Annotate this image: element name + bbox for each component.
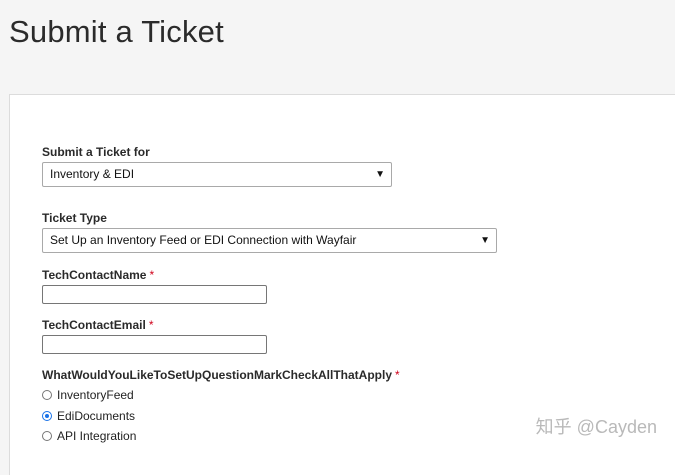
tech-contact-name-label-text: TechContactName xyxy=(42,268,147,282)
watermark-text: 知乎 @Cayden xyxy=(535,417,657,437)
setup-question-label: WhatWouldYouLikeToSetUpQuestionMarkCheck… xyxy=(42,368,400,382)
radio-option-label: EdiDocuments xyxy=(57,409,136,423)
radio-button[interactable] xyxy=(42,431,52,441)
radio-button-selected[interactable] xyxy=(42,411,52,421)
radio-option-api-integration[interactable]: API Integration xyxy=(42,429,136,443)
radio-option-label: InventoryFeed xyxy=(57,388,134,402)
setup-question-label-text: WhatWouldYouLikeToSetUpQuestionMarkCheck… xyxy=(42,368,393,382)
ticket-type-label: Ticket Type xyxy=(42,211,107,225)
radio-button[interactable] xyxy=(42,390,52,400)
page-title: Submit a Ticket xyxy=(9,14,224,49)
chevron-down-icon: ▼ xyxy=(375,169,385,180)
radio-option-label: API Integration xyxy=(57,429,137,443)
submit-for-select[interactable]: Inventory & EDI ▼ xyxy=(42,162,392,187)
tech-contact-name-label: TechContactName * xyxy=(42,268,154,282)
required-mark: * xyxy=(395,368,400,382)
required-mark: * xyxy=(149,268,155,282)
radio-option-edidocuments[interactable]: EdiDocuments xyxy=(42,409,135,423)
submit-for-label: Submit a Ticket for xyxy=(42,145,150,159)
ticket-type-select[interactable]: Set Up an Inventory Feed or EDI Connecti… xyxy=(42,228,497,253)
chevron-down-icon: ▼ xyxy=(480,235,490,246)
ticket-type-value: Set Up an Inventory Feed or EDI Connecti… xyxy=(50,233,357,247)
required-mark: * xyxy=(148,318,154,332)
tech-contact-email-input[interactable] xyxy=(42,335,267,354)
submit-for-value: Inventory & EDI xyxy=(50,167,135,181)
tech-contact-email-label: TechContactEmail * xyxy=(42,318,153,332)
tech-contact-email-label-text: TechContactEmail xyxy=(42,318,146,332)
tech-contact-name-input[interactable] xyxy=(42,285,267,304)
radio-option-inventoryfeed[interactable]: InventoryFeed xyxy=(42,388,134,402)
